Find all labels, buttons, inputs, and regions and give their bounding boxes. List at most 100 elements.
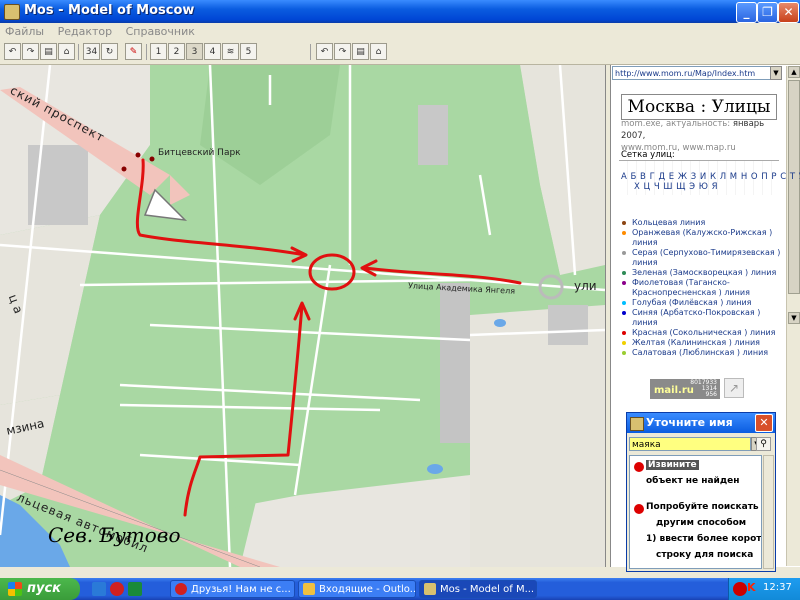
dialog-scrollbar[interactable] xyxy=(763,455,774,569)
counter-brand: mail.ru xyxy=(654,385,694,396)
dialog-app-icon xyxy=(630,417,644,431)
ruler-icon[interactable]: ✎ xyxy=(125,43,142,60)
metro-line-item[interactable]: Оранжевая (Калужско-Рижская ) линия xyxy=(620,228,785,248)
dialog-title-bar[interactable]: Уточните имя ✕ xyxy=(627,413,775,433)
handwritten-note: Сев. Бутово xyxy=(48,523,181,547)
system-tray: K 12:37 xyxy=(728,578,800,600)
home-icon[interactable]: ⌂ xyxy=(58,43,75,60)
metro-line-dot-icon xyxy=(622,281,626,285)
metro-line-dot-icon xyxy=(622,351,626,355)
metro-line-dot-icon xyxy=(622,301,626,305)
layers-icon[interactable]: ≋ xyxy=(222,43,239,60)
metro-line-label: Голубая (Филёвская ) линия xyxy=(632,298,752,307)
hint-line-4: строку для поиска xyxy=(656,550,754,560)
metro-line-item[interactable]: Голубая (Филёвская ) линия xyxy=(620,298,785,308)
metro-line-label: Зеленая (Замоскворецкая ) линия xyxy=(632,268,777,277)
opera-icon[interactable] xyxy=(110,582,124,596)
search-input[interactable]: маяка xyxy=(629,437,751,451)
excel-icon[interactable] xyxy=(128,582,142,596)
sorry-text: Извините xyxy=(646,460,699,470)
start-button[interactable]: пуск xyxy=(0,578,80,600)
binoculars-icon[interactable]: ⚲ xyxy=(756,437,771,451)
metro-line-item[interactable]: Синяя (Арбатско-Покровская ) линия xyxy=(620,308,785,328)
refresh-icon[interactable]: ↻ xyxy=(101,43,118,60)
level-1-button[interactable]: 1 xyxy=(150,43,167,60)
back-icon[interactable]: ↶ xyxy=(4,43,21,60)
metro-line-item[interactable]: Красная (Сокольническая ) линия xyxy=(620,328,785,338)
panel-title: Москва : Улицы xyxy=(621,94,777,120)
task-mos[interactable]: Mos - Model of M... xyxy=(419,580,537,598)
metro-line-item[interactable]: Желтая (Калининская ) линия xyxy=(620,338,785,348)
metro-line-dot-icon xyxy=(622,271,626,275)
title-bar[interactable]: Mos - Model of Moscow _ ❐ ✕ xyxy=(0,0,800,23)
nav-back-icon[interactable]: ↶ xyxy=(316,43,333,60)
maximize-button[interactable]: ❐ xyxy=(757,2,778,23)
metro-line-label: Синяя (Арбатско-Покровская ) линия xyxy=(632,308,761,327)
panel-scrollbar[interactable]: ▲ ▼ xyxy=(786,66,800,566)
level-2-button[interactable]: 2 xyxy=(168,43,185,60)
print-icon[interactable]: ▤ xyxy=(40,43,57,60)
metro-line-label: Красная (Сокольническая ) линия xyxy=(632,328,776,337)
metro-line-item[interactable]: Серая (Серпухово-Тимирязевская ) линия xyxy=(620,248,785,268)
grid-label: Сетка улиц: xyxy=(621,150,675,160)
address-dropdown-icon[interactable]: ▼ xyxy=(770,66,782,80)
map-label-street-cut: ули xyxy=(574,279,597,293)
panel-meta: mom.exe, актуальность: январь 2007, www.… xyxy=(621,119,765,153)
metro-line-item[interactable]: Фиолетовая (Таганско-Краснопресненская )… xyxy=(620,278,785,298)
not-found-text: объект не найден xyxy=(646,476,740,486)
kaspersky-icon[interactable]: K xyxy=(747,581,756,594)
nav-forward-icon[interactable]: ↷ xyxy=(334,43,351,60)
map-label-park: Битцевский Парк xyxy=(158,148,241,158)
metro-line-label: Фиолетовая (Таганско-Краснопресненская )… xyxy=(632,278,750,297)
ie-icon[interactable] xyxy=(92,582,106,596)
metro-line-dot-icon xyxy=(622,311,626,315)
hint-line-3: 1) ввести более корот xyxy=(646,534,762,544)
taskbar: пуск Друзья! Нам не с... Входящие - Outl… xyxy=(0,578,800,600)
mailru-counter[interactable]: mail.ru 8017933 1314 956 xyxy=(650,379,720,399)
level-3-button[interactable]: 3 xyxy=(186,43,203,60)
metro-line-label: Кольцевая линия xyxy=(632,218,706,227)
metro-line-label: Желтая (Калининская ) линия xyxy=(632,338,760,347)
close-button[interactable]: ✕ xyxy=(778,2,799,23)
level-4-button[interactable]: 4 xyxy=(204,43,221,60)
task-outlook[interactable]: Входящие - Outlo... xyxy=(298,580,416,598)
hint-line-2: другим способом xyxy=(656,518,747,528)
hint-line-1: Попробуйте поискать xyxy=(646,502,759,512)
tray-arrow-icon[interactable] xyxy=(733,582,747,596)
scroll-thumb[interactable] xyxy=(788,80,800,294)
nav-print-icon[interactable]: ▤ xyxy=(352,43,369,60)
metro-line-item[interactable]: Салатовая (Люблинская ) линия xyxy=(620,348,785,358)
scroll-down-icon[interactable]: ▼ xyxy=(788,312,800,324)
metro-line-item[interactable]: Кольцевая линия xyxy=(620,218,785,228)
nav-home-icon[interactable]: ⌂ xyxy=(370,43,387,60)
alphabet-row-2[interactable]: Х Ц Ч Ш Щ Э Ю Я xyxy=(634,182,718,192)
menu-editor[interactable]: Редактор xyxy=(53,23,118,38)
search-dialog: Уточните имя ✕ маяка ▼ ⚲ Извините объект… xyxy=(626,412,776,572)
counter-numbers: 8017933 1314 956 xyxy=(690,379,717,398)
map-canvas[interactable]: ский проспект Битцевский Парк Улица Акад… xyxy=(0,65,606,567)
metro-line-item[interactable]: Зеленая (Замоскворецкая ) линия xyxy=(620,268,785,278)
metro-line-dot-icon xyxy=(622,341,626,345)
dialog-close-button[interactable]: ✕ xyxy=(755,414,773,432)
windows-logo-icon xyxy=(8,582,22,596)
hint-bullet-icon xyxy=(634,504,644,514)
dialog-message-area: Извините объект не найден Попробуйте пои… xyxy=(629,455,762,569)
menu-bar: Файлы Редактор Справочник xyxy=(0,23,800,40)
metro-line-label: Оранжевая (Калужско-Рижская ) линия xyxy=(632,228,773,247)
expand-arrow-icon[interactable]: ↗ xyxy=(724,378,744,398)
menu-files[interactable]: Файлы xyxy=(0,23,49,38)
app-icon xyxy=(4,4,20,20)
scale-button[interactable]: 34 xyxy=(83,43,100,60)
menu-reference[interactable]: Справочник xyxy=(121,23,200,38)
clock: 12:37 xyxy=(763,582,792,593)
metro-line-dot-icon xyxy=(622,231,626,235)
address-bar[interactable]: http://www.mom.ru/Map/Index.htm xyxy=(612,66,782,80)
scroll-up-icon[interactable]: ▲ xyxy=(788,66,800,78)
forward-icon[interactable]: ↷ xyxy=(22,43,39,60)
toolbar: ↶ ↷ ▤ ⌂ 34 ↻ ✎ 1 2 3 4 ≋ 5 ↶ ↷ ▤ ⌂ xyxy=(0,40,800,65)
alphabet-row-1[interactable]: А Б В Г Д Е Ж З И К Л М Н О П Р С Т У Ф xyxy=(621,172,800,182)
metro-line-label: Серая (Серпухово-Тимирязевская ) линия xyxy=(632,248,781,267)
level-5-button[interactable]: 5 xyxy=(240,43,257,60)
task-opera[interactable]: Друзья! Нам не с... xyxy=(170,580,295,598)
minimize-button[interactable]: _ xyxy=(736,2,757,23)
